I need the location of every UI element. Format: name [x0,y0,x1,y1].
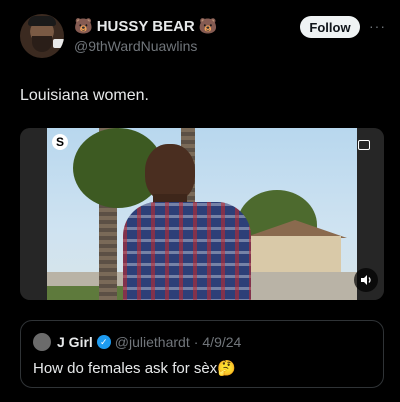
volume-icon[interactable] [354,268,378,292]
quoted-author-name[interactable]: J Girl [57,334,93,350]
quoted-author-handle[interactable]: @juliethardt [115,334,190,350]
author-name-row[interactable]: 🐻 HUSSY BEAR 🐻 [74,18,217,35]
tweet-text: Louisiana women. [20,87,149,104]
quoted-author-avatar[interactable] [33,333,51,351]
more-options-icon[interactable]: ··· [369,18,386,34]
quoted-tweet-text: How do females ask for sèx🤔 [33,360,236,377]
verified-badge-icon: ✓ [96,335,111,349]
video-frame[interactable] [47,128,357,300]
plaid-shirt [123,202,251,300]
author-avatar[interactable] [20,14,64,58]
author-display-name[interactable]: HUSSY BEAR [97,18,195,35]
quoted-separator: · [193,334,199,350]
bear-emoji-icon: 🐻 [198,17,218,35]
captions-icon[interactable] [358,140,370,150]
tweet-header: 🐻 HUSSY BEAR 🐻 @9thWardNuawlins Follow ·… [20,14,386,62]
quoted-tweet-header: J Girl ✓ @juliethardt · 4/9/24 [57,334,241,350]
quoted-tweet[interactable]: J Girl ✓ @juliethardt · 4/9/24 How do fe… [20,320,384,388]
video-letterbox-left [20,128,47,300]
follow-button[interactable]: Follow [300,16,360,38]
bear-emoji-icon: 🐻 [74,17,93,35]
channel-logo-icon: S [52,134,68,150]
video-player[interactable]: S [20,128,384,300]
author-handle[interactable]: @9thWardNuawlins [74,38,197,54]
quoted-date[interactable]: 4/9/24 [202,334,241,350]
